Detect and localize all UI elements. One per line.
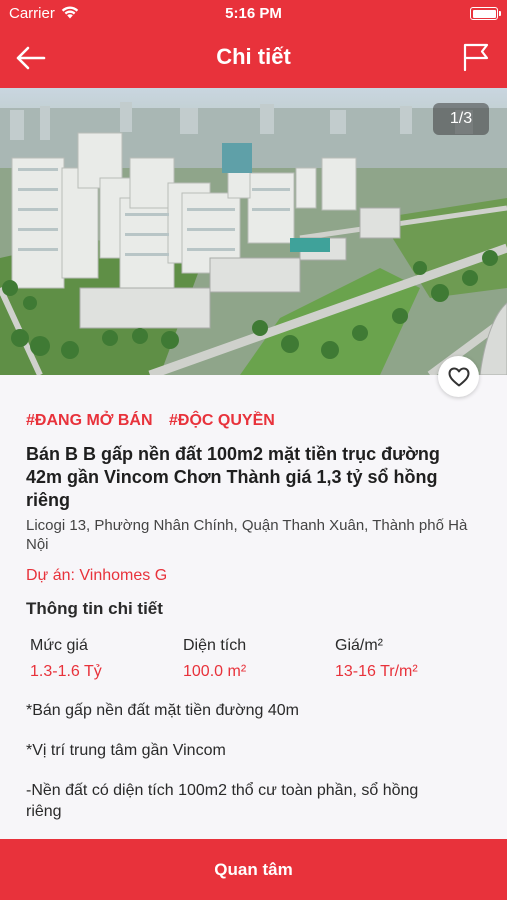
spec-price-per-m2-label: Giá/m² [335,637,383,654]
tag-for-sale[interactable]: #ĐANG MỞ BÁN [26,412,153,429]
detail-screen: Carrier 5:16 PM Chi tiết 1/3 #ĐANG MỞ BÁ… [0,0,507,900]
clock: 5:16 PM [225,5,282,22]
page-title: Chi tiết [216,44,291,69]
listing-tags: #ĐANG MỞ BÁN #ĐỘC QUYỀN [26,412,287,430]
property-photo[interactable] [0,88,507,375]
photo-counter: 1/3 [433,103,489,135]
tag-exclusive[interactable]: #ĐỘC QUYỀN [169,412,275,429]
spec-area: Diện tích 100.0 m² [183,637,246,681]
spec-price-label: Mức giá [30,637,88,654]
details-section-title: Thông tin chi tiết [26,599,163,618]
status-bar: Carrier 5:16 PM [0,0,507,28]
spec-area-value: 100.0 m² [183,663,247,680]
heart-icon [448,367,469,386]
battery-icon [470,7,501,20]
spec-area-label: Diện tích [183,637,247,654]
favorite-button[interactable] [438,356,479,397]
flag-icon[interactable] [461,42,491,72]
project-link[interactable]: Dự án: Vinhomes G [26,567,167,585]
nav-bar: Chi tiết [0,28,507,88]
description-line: *Vị trí trung tâm gần Vincom [26,742,226,759]
spec-price-value: 1.3-1.6 Tỷ [30,663,102,680]
listing-title: Bán B B gấp nền đất 100m2 mặt tiền trục … [26,444,440,510]
spec-price: Mức giá 1.3-1.6 Tỷ [30,637,102,681]
spec-price-per-m2-value: 13-16 Tr/m² [335,663,418,680]
description-line: -Nền đất có diện tích 100m2 thổ cư toàn … [26,782,419,820]
listing-address: Licogi 13, Phường Nhân Chính, Quận Thanh… [26,517,468,553]
spec-price-per-m2: Giá/m² 13-16 Tr/m² [335,637,418,681]
interest-button[interactable]: Quan tâm [0,839,507,900]
description-line: *Bán gấp nền đất mặt tiền đường 40m [26,702,299,719]
